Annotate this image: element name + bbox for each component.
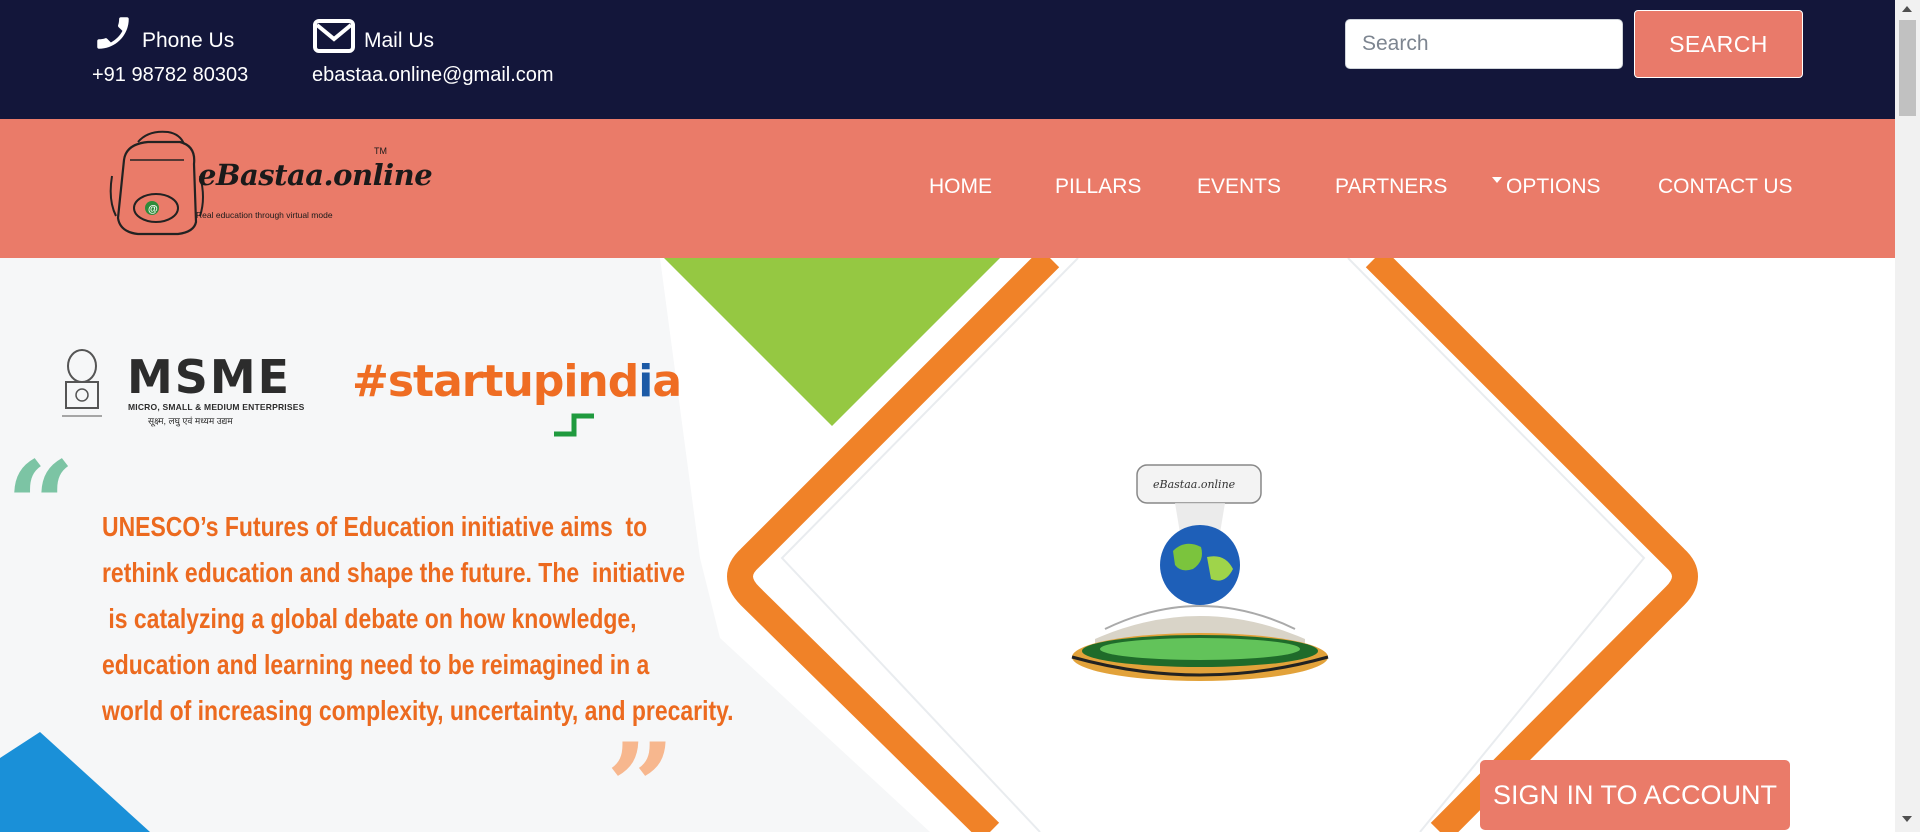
quote-line-3: is catalyzing a global debate on how kno… bbox=[102, 603, 637, 634]
search-button[interactable]: SEARCH bbox=[1634, 10, 1803, 78]
logo-tagline: Real education through virtual mode bbox=[196, 210, 333, 220]
msme-logo: MSME MICRO, SMALL & MEDIUM ENTERPRISES स… bbox=[52, 344, 304, 434]
phone-label: Phone Us bbox=[142, 29, 235, 52]
mail-label: Mail Us bbox=[364, 29, 435, 52]
msme-hindi-subtitle: सूक्ष्म, लघु एवं मध्यम उद्यम bbox=[148, 416, 233, 426]
page-scrollbar[interactable] bbox=[1895, 0, 1920, 832]
nav-options[interactable]: OPTIONS bbox=[1506, 175, 1601, 199]
mail-contact: Mail Us ebastaa.online@gmail.com bbox=[312, 10, 554, 87]
nav-menu: HOME PILLARS EVENTS PARTNERS OPTIONS CON… bbox=[0, 175, 1895, 205]
top-bar: Phone Us +91 98782 80303 Mail Us ebastaa… bbox=[0, 0, 1895, 119]
open-quote-icon: “ bbox=[6, 435, 76, 576]
options-dropdown-caret-icon[interactable] bbox=[1492, 177, 1502, 183]
globe-book-illustration: eBastaa.online bbox=[1071, 464, 1329, 681]
nav-pillars[interactable]: PILLARS bbox=[1055, 175, 1141, 199]
unesco-quote: UNESCO’s Futures of Education initiative… bbox=[102, 504, 734, 734]
quote-line-4: education and learning need to be reimag… bbox=[102, 649, 650, 680]
email-address[interactable]: ebastaa.online@gmail.com bbox=[312, 64, 554, 87]
startup-india-text: #startupind bbox=[352, 356, 639, 407]
nav-contact-us[interactable]: CONTACT US bbox=[1658, 175, 1793, 199]
phone-icon bbox=[97, 17, 129, 49]
close-quote-icon: ” bbox=[606, 717, 676, 832]
quote-line-5: world of increasing complexity, uncertai… bbox=[102, 695, 734, 726]
trademark-mark: TM bbox=[374, 146, 387, 156]
national-emblem-icon bbox=[62, 349, 102, 417]
startup-india-step-icon bbox=[554, 413, 594, 437]
hero-banner: MSME MICRO, SMALL & MEDIUM ENTERPRISES स… bbox=[0, 258, 1895, 832]
quote-line-2: rethink education and shape the future. … bbox=[102, 557, 686, 588]
startup-india-logo: #startupindia bbox=[352, 356, 682, 407]
nav-home[interactable]: HOME bbox=[929, 175, 992, 199]
msme-wordmark: MSME bbox=[127, 350, 292, 404]
phone-number[interactable]: +91 98782 80303 bbox=[92, 64, 248, 87]
startup-india-last-letter: a bbox=[652, 356, 682, 407]
startup-india-blue-letter: i bbox=[638, 356, 653, 407]
scrollbar-thumb[interactable] bbox=[1899, 20, 1916, 116]
nav-partners[interactable]: PARTNERS bbox=[1335, 175, 1447, 199]
msme-subtitle: MICRO, SMALL & MEDIUM ENTERPRISES bbox=[128, 402, 305, 412]
quote-line-1: UNESCO’s Futures of Education initiative… bbox=[102, 511, 648, 542]
svg-text:@: @ bbox=[148, 204, 158, 215]
scroll-down-arrow-icon[interactable] bbox=[1902, 816, 1912, 822]
nav-events[interactable]: EVENTS bbox=[1197, 175, 1281, 199]
svg-text:eBastaa.online: eBastaa.online bbox=[1153, 478, 1236, 491]
phone-contact: Phone Us +91 98782 80303 bbox=[92, 10, 248, 87]
sign-in-button[interactable]: SIGN IN TO ACCOUNT bbox=[1480, 760, 1790, 830]
scroll-up-arrow-icon[interactable] bbox=[1902, 6, 1912, 12]
mail-icon bbox=[313, 19, 355, 53]
search-input[interactable] bbox=[1345, 19, 1623, 69]
